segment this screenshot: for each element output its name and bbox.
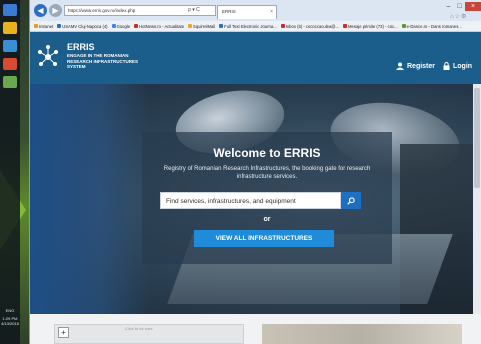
back-button[interactable]: ◀: [34, 4, 47, 17]
register-label: Register: [407, 62, 436, 70]
welcome-tagline: Registry of Romanian Research Infrastruc…: [163, 166, 371, 180]
welcome-title: Welcome to ERRIS: [213, 146, 321, 160]
search-input[interactable]: Find services, infrastructures, and equi…: [160, 192, 341, 209]
bookmark-item[interactable]: Google: [111, 23, 131, 29]
brand-title[interactable]: ERRIS: [67, 42, 95, 52]
bookmark-label: Google: [116, 23, 131, 29]
close-window-button[interactable]: ×: [465, 2, 481, 11]
bookmark-item[interactable]: Inbox (5) - cococcaculea@...: [280, 23, 340, 29]
hero-background-blur: [30, 84, 150, 314]
bookmark-favicon-icon: [280, 24, 285, 28]
tab-erris[interactable]: ERRIS ×: [217, 5, 277, 19]
explorer-taskbar-icon[interactable]: [3, 22, 17, 34]
search-icon: [347, 196, 355, 205]
bookmark-item[interactable]: USAMV Cluj-Napoca (4): [57, 23, 108, 29]
bookmark-label: Full Text Electronic Journa...: [224, 23, 277, 29]
taskbar-clock[interactable]: 1:29 PM 4/13/2015: [0, 316, 20, 326]
user-icon: [396, 62, 404, 70]
bookmark-favicon-icon: [188, 24, 193, 28]
minimize-button[interactable]: –: [443, 2, 454, 11]
scrollbar-thumb[interactable]: [474, 88, 480, 188]
clock-date: 4/13/2015: [1, 321, 19, 326]
bookmark-item[interactable]: Intranet: [34, 24, 53, 29]
login-label: Login: [453, 62, 473, 70]
bookmark-label: SquirrelMail: [193, 23, 216, 29]
bookmark-label: USAMV Cluj-Napoca (4): [62, 23, 108, 29]
bookmark-label: e-Dance.ro - Dans romanes...: [406, 23, 462, 29]
favorites-bar: Intranet USAMV Cluj-Napoca (4) Google HotNe…: [30, 21, 481, 32]
browser-window: ◀ ▶ https://www.erris.gov.ro/index.php ρ…: [29, 0, 481, 344]
close-tab-icon[interactable]: ×: [270, 9, 273, 15]
search-button[interactable]: [341, 192, 361, 209]
ie-taskbar-icon[interactable]: [3, 40, 17, 52]
bookmark-item[interactable]: SquirrelMail: [188, 24, 215, 29]
language-indicator[interactable]: ENG: [0, 308, 20, 313]
map-widget[interactable]: + Click to be sure: [54, 324, 244, 344]
view-all-infrastructures-button[interactable]: VIEW ALL INFRASTRUCTURES: [194, 230, 334, 247]
maximize-button[interactable]: □: [454, 2, 465, 11]
page-scrollbar[interactable]: [473, 84, 481, 344]
bookmark-favicon-icon: [134, 24, 139, 28]
bookmark-item[interactable]: HotNews.ro - Actualitate: [134, 24, 184, 29]
bookmark-label: Inbox (5) - cococcaculea@...: [285, 23, 340, 29]
bookmark-favicon-icon: [401, 24, 406, 28]
start-button-icon[interactable]: [3, 4, 17, 16]
bookmark-favicon-icon: [219, 24, 224, 28]
bookmark-item[interactable]: e-Dance.ro - Dans romanes...: [401, 23, 462, 29]
settings-gear-icon[interactable]: ⚙: [461, 14, 467, 20]
bookmark-item[interactable]: Mesaje primite (73) - coc...: [343, 24, 398, 29]
brand-subtitle: Engage in the Romanian Research Infrastr…: [67, 53, 139, 69]
register-link[interactable]: Register: [396, 62, 435, 70]
windows-taskbar: ENG 1:29 PM 4/13/2015: [0, 0, 20, 344]
bookmark-favicon-icon: [34, 24, 38, 28]
bookmark-item[interactable]: Full Text Electronic Journa...: [219, 24, 277, 29]
tab-title: ERRIS: [222, 9, 236, 14]
site-header: ERRIS Engage in the Romanian Research In…: [30, 32, 481, 84]
lower-content: + Click to be sure: [30, 314, 481, 344]
bookmark-label: Intranet: [39, 23, 54, 29]
map-zoom-in-button[interactable]: +: [58, 327, 69, 338]
address-tools[interactable]: ρ ▾ C: [188, 5, 200, 16]
or-separator: or: [263, 216, 271, 223]
welcome-panel: Welcome to ERRIS Registry of Romanian Re…: [142, 132, 392, 264]
bookmark-label: HotNews.ro - Actualitate: [139, 23, 185, 29]
arrow-right-icon: ▶: [52, 6, 59, 15]
map-caption: Click to be sure: [125, 326, 153, 331]
app-taskbar-icon[interactable]: [3, 58, 17, 70]
login-link[interactable]: Login: [443, 62, 472, 70]
browser-toolbar-icons[interactable]: ⌂☆⚙: [450, 13, 467, 20]
hero-banner: Welcome to ERRIS Registry of Romanian Re…: [30, 84, 481, 314]
app2-taskbar-icon[interactable]: [3, 76, 17, 88]
arrow-left-icon: ◀: [37, 6, 44, 15]
lock-icon: [443, 62, 450, 70]
erris-logo-icon[interactable]: [35, 44, 61, 70]
forward-button[interactable]: ▶: [49, 4, 62, 17]
bookmark-favicon-icon: [57, 24, 62, 28]
browser-titlebar: ◀ ▶ https://www.erris.gov.ro/index.php ρ…: [30, 0, 481, 21]
bookmark-favicon-icon: [111, 24, 116, 28]
bookmark-favicon-icon: [343, 24, 348, 28]
bookmark-label: Mesaje primite (73) - coc...: [348, 23, 398, 29]
featured-photo: [262, 324, 462, 344]
